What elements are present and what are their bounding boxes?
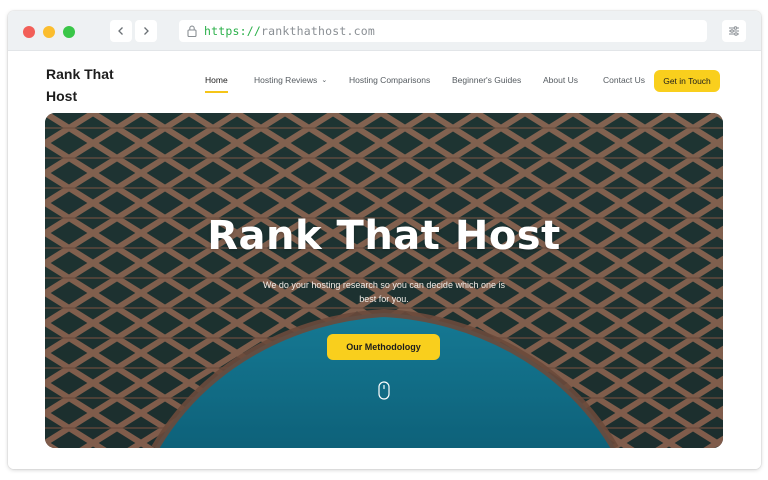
nav-active-indicator-wrap [8,51,761,93]
nav-beginners-guides[interactable]: Beginner's Guides [452,75,521,85]
address-bar[interactable]: https://rankthathost.com [179,20,707,42]
forward-button[interactable] [135,20,157,42]
mouse-scroll-icon[interactable] [378,381,390,401]
nav-hosting-reviews-label: Hosting Reviews [254,75,318,85]
hero-banner: Rank That Host We do your hosting resear… [45,113,723,448]
url-text: https://rankthathost.com [204,24,375,38]
website-viewport: Rank That Host Home Hosting Reviews ⌄ Hos… [8,51,761,469]
back-arrow-icon [118,27,123,35]
nav-contact-us[interactable]: Contact Us [603,75,645,85]
settings-button[interactable] [722,20,746,42]
nav-active-underline [205,91,228,93]
get-in-touch-button[interactable]: Get in Touch [654,70,720,92]
lock-icon [185,24,199,38]
minimize-window-button[interactable] [43,26,55,38]
browser-window: https://rankthathost.com Rank That Host … [8,11,761,469]
close-window-button[interactable] [23,26,35,38]
nav-about-us[interactable]: About Us [543,75,578,85]
nav-home[interactable]: Home [205,75,228,85]
forward-arrow-icon [144,27,149,35]
hero-subtitle: We do your hosting research so you can d… [263,280,505,304]
our-methodology-button[interactable]: Our Methodology [327,334,440,360]
browser-toolbar: https://rankthathost.com [8,11,761,51]
nav-hosting-comparisons[interactable]: Hosting Comparisons [349,75,430,85]
main-nav: Home Hosting Reviews ⌄ Hosting Comparison… [8,75,761,91]
nav-hosting-reviews[interactable]: Hosting Reviews ⌄ [254,75,327,85]
url-protocol: https:// [204,24,261,38]
back-button[interactable] [110,20,132,42]
url-host: rankthathost.com [261,24,375,38]
maximize-window-button[interactable] [63,26,75,38]
hero-title: Rank That Host [207,213,561,259]
chevron-down-icon: ⌄ [321,77,328,84]
sliders-icon [729,26,739,36]
